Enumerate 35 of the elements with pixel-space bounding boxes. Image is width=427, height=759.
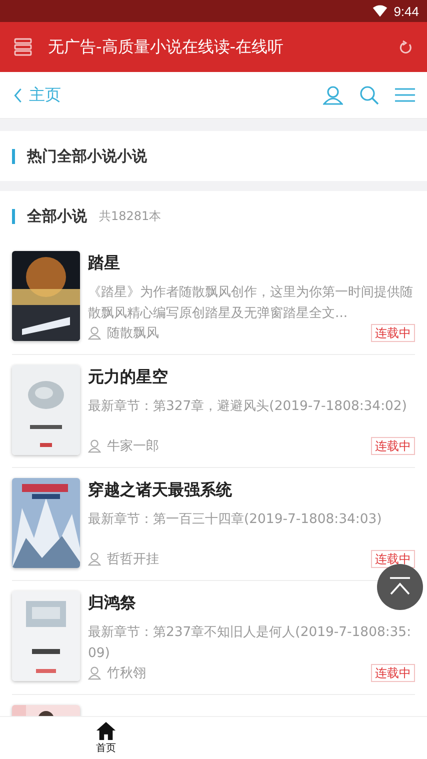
book-title: 踏星 [88,253,121,274]
menu-icon[interactable] [14,38,32,56]
user-icon [88,326,101,340]
author-name: 随散飘风 [107,325,160,342]
refresh-icon[interactable] [397,39,413,55]
book-count: 共18281本 [99,208,162,224]
author-name: 竹秋翎 [107,665,147,682]
back-label: 主页 [29,84,61,106]
wifi-icon [372,5,388,17]
user-icon [88,666,101,680]
home-icon [95,721,117,741]
app-title: 无广告-高质量小说在线读-在线听 [48,36,285,58]
book-summary: 最新章节：第237章不知旧人是何人(2019-7-1808:35:09) [88,624,412,663]
search-icon[interactable] [359,85,379,105]
clock: 9:44 [394,4,419,18]
book-title: 归鸿祭 [88,593,137,614]
book-title: 穿越之诸天最强系统 [88,480,233,501]
back-to-top-button[interactable] [377,564,423,610]
menu-icon[interactable] [395,85,415,105]
author-name: 哲哲开挂 [107,551,160,568]
book-summary: 最新章节：第一百三十四章(2019-7-1808:34:03) [88,511,383,529]
book-summary: 最新章节：第327章，避避风头(2019-7-1808:34:02) [88,398,408,416]
status-tag: 连载中 [371,437,415,455]
section-title: 热门全部小说小说 [12,148,147,164]
section-title: 全部小说 [12,208,87,224]
user-icon[interactable] [323,85,343,105]
chevron-left-icon [14,88,22,102]
book-title: 元力的星空 [88,367,169,388]
book-summary: 《踏星》为作者随散飘风创作，这里为你第一时间提供随散飘风精心编写原创踏星及无弹窗踏星全文... [88,284,414,323]
home-tab[interactable]: 首页 [84,717,128,759]
user-icon [88,552,101,566]
status-tag: 连载中 [371,324,415,342]
author-name: 牛家一郎 [107,438,160,455]
user-icon [88,439,101,453]
status-tag: 连载中 [371,664,415,682]
